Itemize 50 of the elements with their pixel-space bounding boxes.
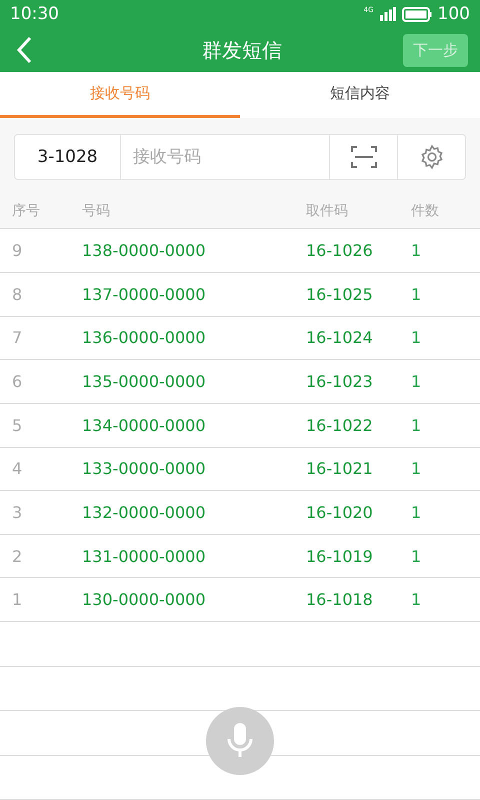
table-cell-text: 16-1018 — [306, 590, 374, 610]
table-cell-text: 16-1020 — [306, 502, 374, 522]
column-header: 号码 — [82, 202, 111, 220]
signal-icon — [380, 7, 396, 21]
table-cell-text: 135-0000-0000 — [82, 372, 207, 392]
table-cell-text: 7 — [12, 328, 24, 348]
table-cell-text: 132-0000-0000 — [82, 502, 207, 522]
table-cell-text: 3 — [12, 502, 24, 522]
settings-icon[interactable] — [398, 134, 466, 180]
table-cell-text: 131-0000-0000 — [82, 546, 207, 566]
page-title: 群发短信 — [202, 36, 282, 64]
battery-icon — [402, 6, 432, 22]
table-cell-text: 16-1024 — [306, 328, 374, 348]
column-header: 件数 — [411, 202, 440, 220]
table-cell-text: 2 — [12, 546, 24, 566]
table-cell-text: 8 — [12, 284, 24, 304]
table-cell-text: 16-1026 — [306, 241, 374, 260]
table-cell-text: 138-0000-0000 — [82, 241, 207, 260]
column-header: 取件码 — [306, 202, 349, 220]
table-cell-text: 133-0000-0000 — [82, 459, 207, 478]
table-cell-text: 1 — [411, 372, 422, 392]
table-cell-text: 1 — [411, 284, 422, 304]
battery-level: 100 — [438, 4, 470, 24]
table-cell-text: 4 — [12, 459, 24, 478]
table-cell-text: 1 — [411, 546, 422, 566]
table-cell-text: 1 — [411, 416, 422, 435]
table-cell-text: 1 — [411, 502, 422, 522]
column-header: 序号 — [12, 202, 41, 220]
table-cell-text: 16-1023 — [306, 372, 374, 392]
code-prefix[interactable]: 3-1028 — [14, 134, 121, 180]
status-time: 10:30 — [10, 4, 59, 24]
table-cell-text: 9 — [12, 241, 24, 260]
table-cell-text: 6 — [12, 372, 24, 392]
table-cell-text: 134-0000-0000 — [82, 416, 207, 435]
scan-icon[interactable] — [330, 134, 398, 180]
table-cell-text: 137-0000-0000 — [82, 284, 207, 304]
table-cell-text: 1 — [12, 590, 24, 610]
table-cell-text: 1 — [411, 241, 422, 260]
table-cell-text: 1 — [411, 459, 422, 478]
table-cell-text: 130-0000-0000 — [82, 590, 207, 610]
table-cell-text: 1 — [411, 590, 422, 610]
table-cell-text: 16-1021 — [306, 459, 374, 478]
phone-input-field[interactable]: 接收号码 — [121, 134, 330, 180]
table-cell-text: 16-1022 — [306, 416, 374, 435]
table-cell-text: 1 — [411, 328, 422, 348]
table-cell-text: 5 — [12, 416, 24, 435]
microphone-icon — [227, 723, 253, 759]
table-cell-text: 16-1019 — [306, 546, 374, 566]
table-cell-text: 16-1025 — [306, 284, 374, 304]
table-cell-text: 136-0000-0000 — [82, 328, 207, 348]
